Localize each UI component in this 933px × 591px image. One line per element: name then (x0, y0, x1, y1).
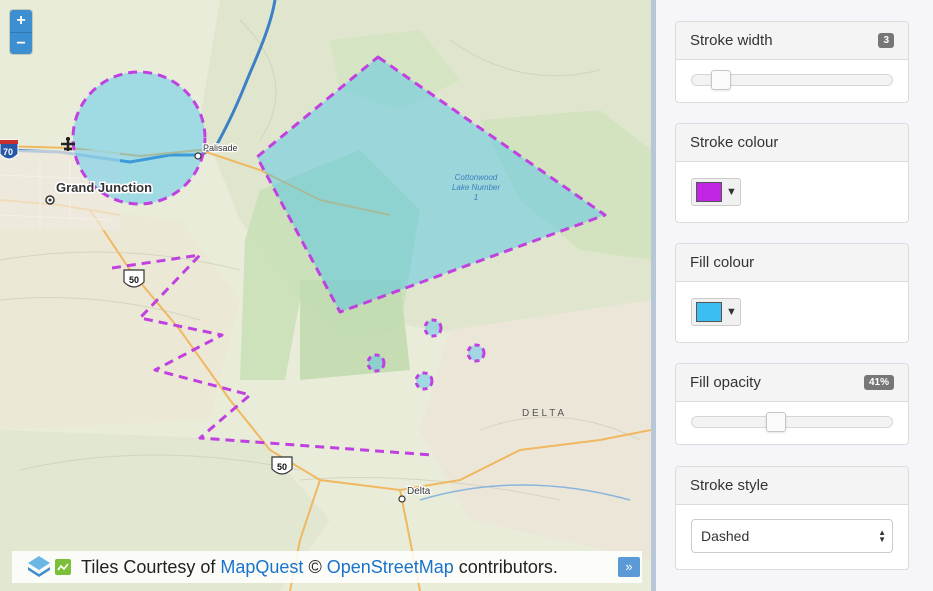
map-attribution: Tiles Courtesy of MapQuest © OpenStreetM… (12, 551, 642, 583)
zoom-in-button[interactable]: + (10, 10, 32, 32)
svg-text:Lake Number: Lake Number (452, 183, 500, 192)
us-route-shield: 50 (271, 456, 293, 475)
select-value: Dashed (701, 528, 750, 544)
caret-down-icon: ▼ (726, 306, 737, 318)
card-header: Stroke width 3 (676, 22, 908, 60)
slider-thumb[interactable] (710, 70, 731, 90)
svg-text:50: 50 (277, 462, 287, 472)
drawn-small-circle[interactable] (366, 353, 386, 373)
svg-text:1: 1 (474, 193, 478, 202)
style-panel: Stroke width 3 Stroke colour ▼ Fill colo… (656, 0, 933, 591)
interstate-shield: 70 (0, 139, 19, 160)
fill-opacity-slider[interactable] (691, 412, 893, 432)
openstreetmap-link[interactable]: OpenStreetMap (327, 557, 454, 577)
zoom-control: + − (10, 10, 32, 54)
fill-opacity-card: Fill opacity 41% (675, 363, 909, 445)
drawn-small-circle[interactable] (423, 318, 443, 338)
attribution-logos (26, 554, 71, 580)
card-title: Stroke width (690, 32, 773, 49)
svg-text:50: 50 (129, 275, 139, 285)
svg-text:Cottonwood: Cottonwood (455, 173, 498, 182)
osm-logo-icon (55, 559, 71, 575)
card-title: Fill colour (690, 254, 755, 271)
svg-text:70: 70 (3, 147, 13, 157)
card-header: Stroke colour (676, 124, 908, 162)
mapquest-link[interactable]: MapQuest (220, 557, 303, 577)
drawn-small-circle[interactable] (466, 343, 486, 363)
stroke-width-slider[interactable] (691, 70, 893, 90)
card-header: Stroke style (676, 467, 908, 505)
attribution-copyright: © (303, 556, 327, 577)
town-label: Delta (407, 486, 431, 497)
stroke-style-select[interactable]: Dashed ▲ ▼ (691, 519, 893, 553)
card-header: Fill opacity 41% (676, 364, 908, 402)
stroke-colour-card: Stroke colour ▼ (675, 123, 909, 223)
value-badge: 3 (878, 33, 894, 48)
card-title: Fill opacity (690, 374, 761, 391)
map-view[interactable]: 70 50 50 Grand Junction Palisade Delta D… (0, 0, 651, 591)
caret-down-icon: ▼ (726, 186, 737, 198)
slider-thumb[interactable] (765, 412, 786, 432)
zoom-out-button[interactable]: − (10, 32, 32, 54)
attribution-text: Tiles Courtesy of MapQuest © OpenStreetM… (81, 557, 558, 578)
drawn-small-circle[interactable] (414, 371, 434, 391)
region-label: D E L T A (522, 408, 564, 419)
colour-swatch (696, 182, 722, 202)
card-title: Stroke colour (690, 134, 779, 151)
stroke-width-card: Stroke width 3 (675, 21, 909, 103)
attribution-collapse-button[interactable]: » (618, 557, 640, 577)
fill-colour-picker[interactable]: ▼ (691, 298, 741, 326)
colour-swatch (696, 302, 722, 322)
map-tiles: 70 50 50 Grand Junction Palisade Delta D… (0, 0, 651, 591)
stroke-colour-picker[interactable]: ▼ (691, 178, 741, 206)
us-route-shield: 50 (123, 269, 145, 288)
stroke-style-card: Stroke style Dashed ▲ ▼ (675, 466, 909, 570)
town-marker (194, 152, 202, 160)
value-badge: 41% (863, 375, 894, 390)
attribution-suffix: contributors. (453, 556, 558, 577)
city-label: Grand Junction (56, 180, 152, 195)
select-arrows-icon: ▲ ▼ (878, 528, 886, 544)
mapquest-logo-icon (28, 556, 50, 577)
town-marker (398, 495, 406, 503)
card-header: Fill colour (676, 244, 908, 282)
town-label: Palisade (203, 143, 238, 153)
fill-colour-card: Fill colour ▼ (675, 243, 909, 343)
attribution-prefix: Tiles Courtesy of (81, 556, 221, 577)
card-title: Stroke style (690, 477, 769, 494)
